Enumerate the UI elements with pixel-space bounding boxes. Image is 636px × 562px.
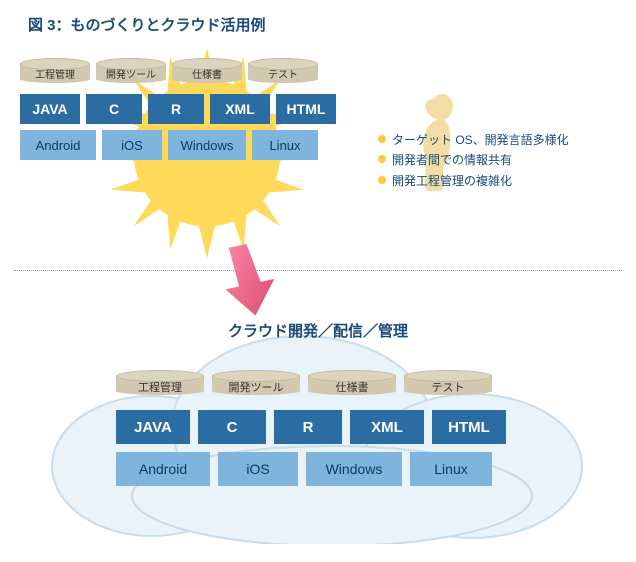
lang-box: R [274,410,342,444]
cylinder: テスト [248,58,318,88]
cylinder: 仕様書 [172,58,242,88]
cylinder: 開発ツール [212,370,300,402]
bullet-item: 開発工程管理の複雑化 [378,171,569,191]
lang-box: XML [350,410,424,444]
os-box: Linux [410,452,492,486]
lang-box: R [148,94,204,124]
os-box: Linux [252,130,318,160]
lang-box: JAVA [116,410,190,444]
lang-box: HTML [432,410,506,444]
upper-stack: 工程管理 開発ツール 仕様書 テスト JAVA C R XML HTML And… [20,58,360,248]
os-box: iOS [102,130,162,160]
divider [14,270,622,271]
arrow-down-icon [220,240,280,320]
bullet-list: ターゲット OS、開発言語多様化 開発者間での情報共有 開発工程管理の複雑化 [378,130,569,191]
lower-stack: 工程管理 開発ツール 仕様書 テスト JAVA C R XML HTML And… [116,370,536,494]
cylinder: 開発ツール [96,58,166,88]
lang-box: HTML [276,94,336,124]
os-box: Android [20,130,96,160]
bullet-item: 開発者間での情報共有 [378,150,569,170]
lang-box: JAVA [20,94,80,124]
os-box: iOS [218,452,298,486]
cylinder: テスト [404,370,492,402]
lang-box: C [198,410,266,444]
figure-title: 図 3：ものづくりとクラウド活用例 [0,0,636,35]
cylinder: 工程管理 [116,370,204,402]
lang-box: XML [210,94,270,124]
os-box: Windows [168,130,246,160]
cylinder: 工程管理 [20,58,90,88]
os-box: Android [116,452,210,486]
lang-box: C [86,94,142,124]
os-box: Windows [306,452,402,486]
cylinder: 仕様書 [308,370,396,402]
bullet-item: ターゲット OS、開発言語多様化 [378,130,569,150]
cloud-title: クラウド開発／配信／管理 [0,320,636,341]
